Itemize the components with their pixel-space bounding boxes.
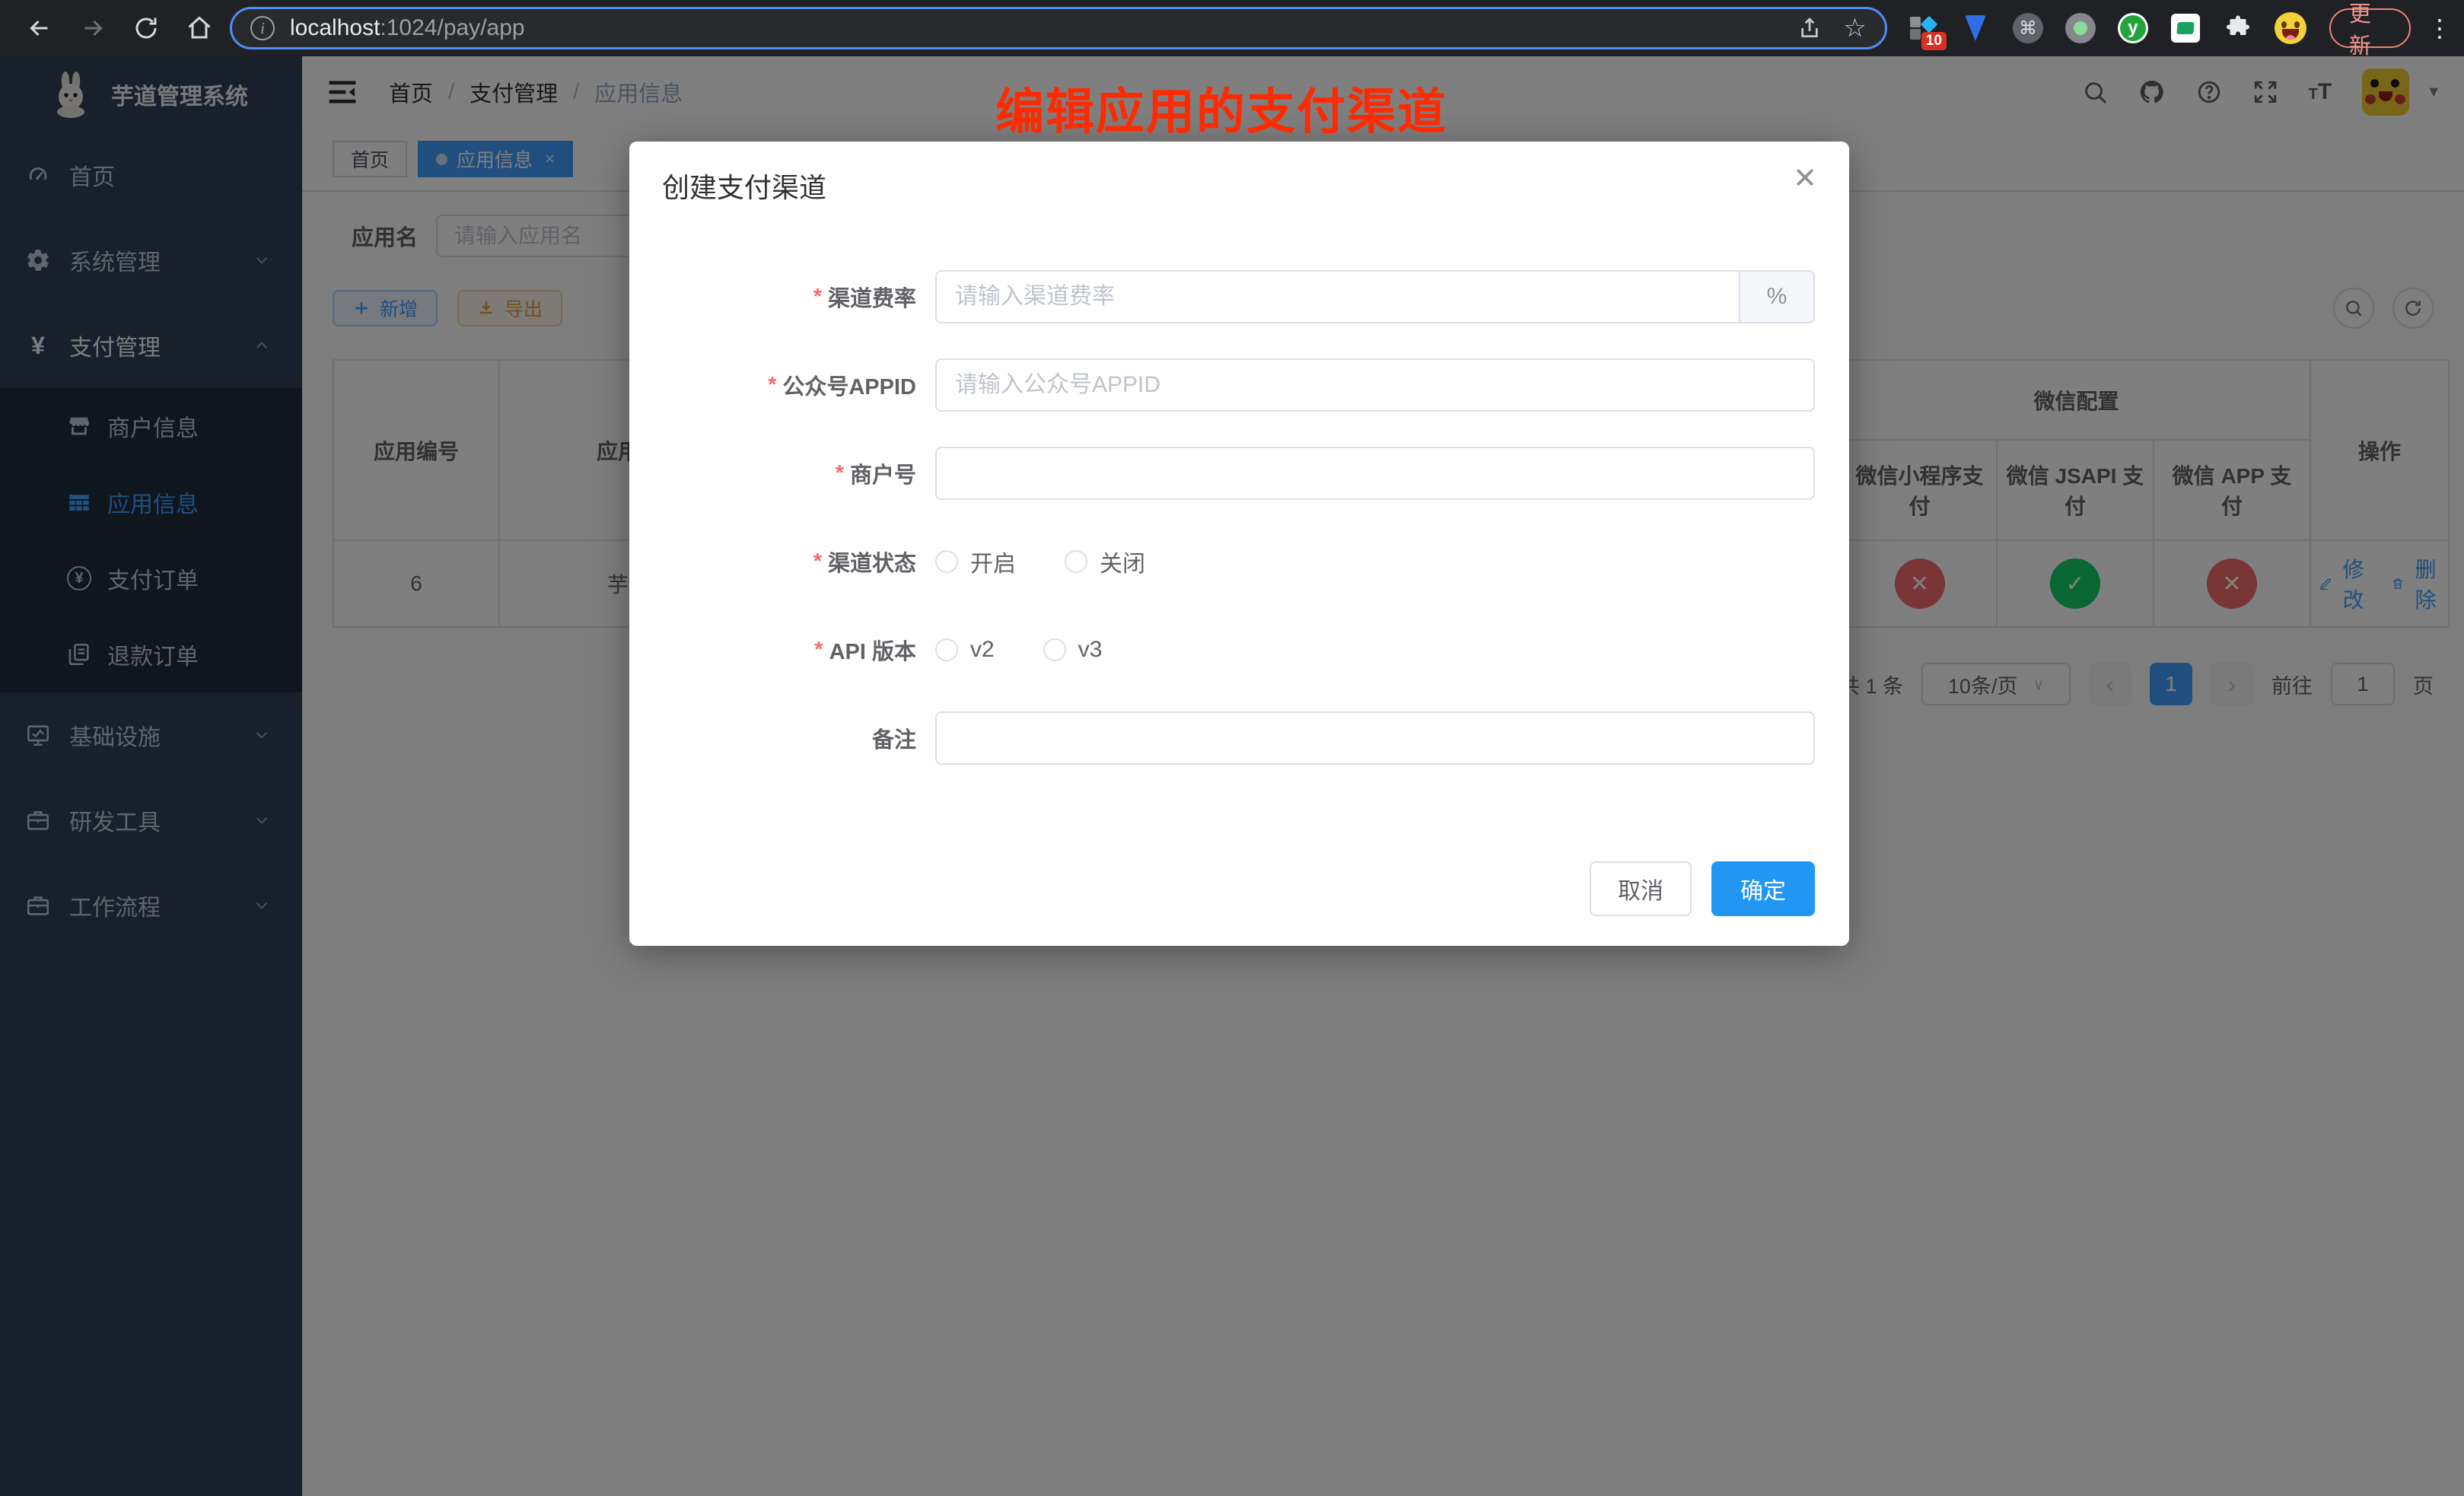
puzzle-extension-icon[interactable] bbox=[2222, 12, 2254, 44]
forward-icon[interactable] bbox=[79, 14, 107, 42]
percent-suffix: % bbox=[1739, 270, 1815, 323]
y-extension-icon[interactable]: y bbox=[2117, 12, 2149, 44]
confirm-button[interactable]: 确定 bbox=[1711, 861, 1815, 916]
appid-input[interactable] bbox=[935, 358, 1815, 412]
dialog-title: 创建支付渠道 bbox=[662, 166, 826, 205]
browser-menu-icon[interactable]: ⋮ bbox=[2427, 14, 2452, 43]
remark-label: 备注 bbox=[872, 722, 916, 754]
dialog-close-icon[interactable]: ✕ bbox=[1793, 164, 1817, 193]
annotation-text: 编辑应用的支付渠道 bbox=[995, 73, 1447, 143]
back-icon[interactable] bbox=[26, 14, 53, 42]
api-version-label: API 版本 bbox=[829, 634, 916, 666]
extension-badge-count: 10 bbox=[1921, 32, 1947, 50]
kite-extension-icon[interactable] bbox=[1959, 12, 1991, 44]
create-pay-channel-dialog: 创建支付渠道 ✕ *渠道费率 % *公众号APPID *商户号 *渠道状态 bbox=[629, 142, 1849, 946]
browser-update-button[interactable]: 更新 bbox=[2329, 8, 2411, 48]
cancel-button[interactable]: 取消 bbox=[1590, 861, 1692, 916]
address-bar[interactable]: i localhost:1024/pay/app ☆ bbox=[230, 7, 1887, 49]
emoji-extension-icon[interactable] bbox=[2275, 12, 2306, 44]
command-extension-icon[interactable]: ⌘ bbox=[2012, 12, 2044, 44]
share-icon[interactable] bbox=[1797, 16, 1822, 40]
chat-extension-icon[interactable] bbox=[2170, 12, 2201, 44]
api-version-radio-group: v2 v3 bbox=[935, 623, 1102, 676]
merchant-no-label: 商户号 bbox=[850, 457, 916, 489]
radio-status-close[interactable]: 关闭 bbox=[1065, 545, 1145, 578]
bookmark-star-icon[interactable]: ☆ bbox=[1843, 15, 1866, 41]
rate-label: 渠道费率 bbox=[828, 281, 916, 313]
home-icon[interactable] bbox=[186, 14, 213, 42]
dot-extension-icon[interactable] bbox=[2064, 12, 2096, 44]
radio-status-open[interactable]: 开启 bbox=[935, 545, 1016, 578]
channel-status-radio-group: 开启 关闭 bbox=[935, 535, 1145, 588]
site-info-icon[interactable]: i bbox=[250, 16, 275, 40]
remark-input[interactable] bbox=[935, 711, 1815, 765]
channel-status-label: 渠道状态 bbox=[828, 546, 916, 578]
radio-circle-icon bbox=[935, 638, 958, 661]
appid-label: 公众号APPID bbox=[782, 369, 916, 401]
merchant-no-input[interactable] bbox=[935, 447, 1815, 500]
radio-circle-icon bbox=[935, 550, 958, 573]
radio-circle-icon bbox=[1065, 550, 1087, 573]
rate-input[interactable] bbox=[935, 270, 1739, 323]
radio-api-v3[interactable]: v3 bbox=[1043, 637, 1103, 663]
browser-toolbar: i localhost:1024/pay/app ☆ 10 ⌘ y 更新 ⋮ bbox=[0, 0, 2464, 56]
url-text[interactable]: localhost:1024/pay/app bbox=[290, 15, 1797, 41]
radio-circle-icon bbox=[1043, 638, 1066, 661]
reload-icon[interactable] bbox=[132, 14, 160, 42]
extension-icons: 10 ⌘ y bbox=[1907, 12, 2306, 44]
extension-badge-icon[interactable]: 10 bbox=[1907, 12, 1939, 44]
radio-api-v2[interactable]: v2 bbox=[935, 637, 995, 663]
